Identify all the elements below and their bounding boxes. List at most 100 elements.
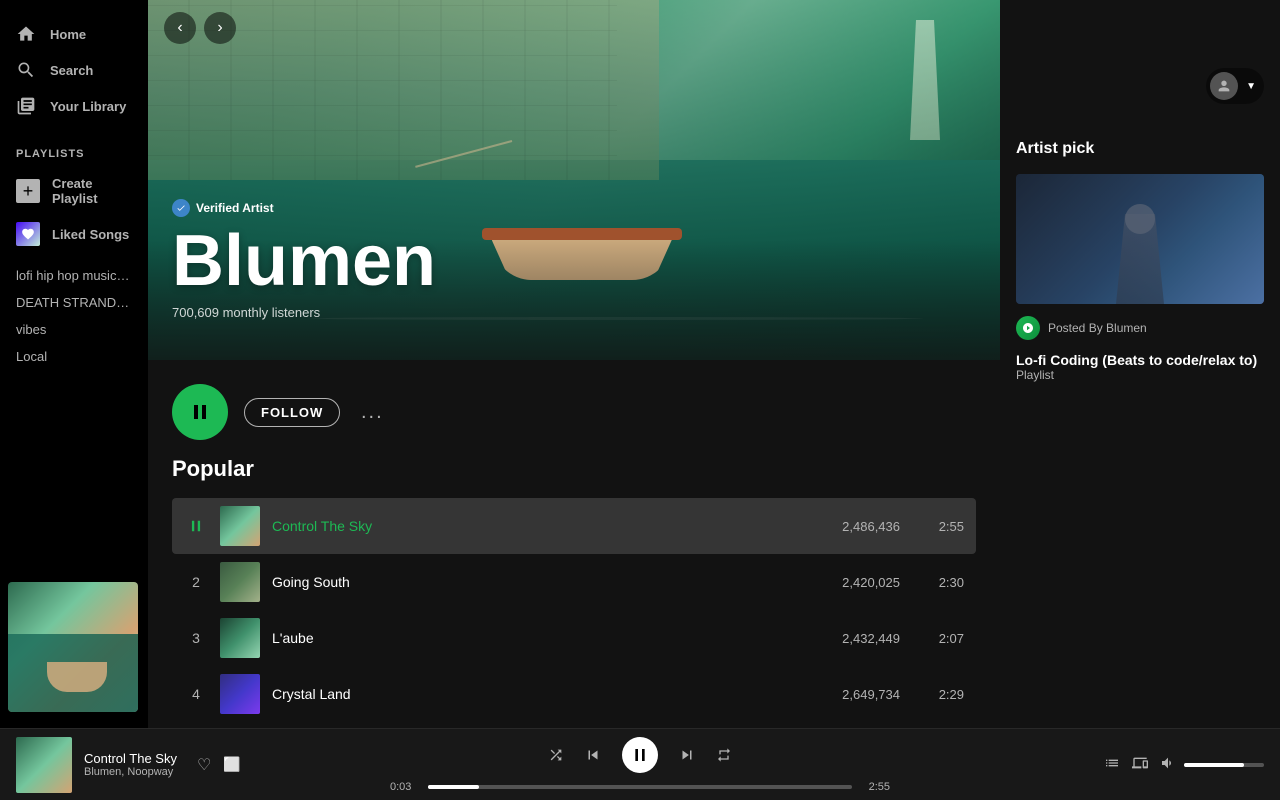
artist-pick-info: Lo-fi Coding (Beats to code/relax to) Pl…	[1016, 352, 1264, 382]
player-controls: 0:03 2:55	[296, 737, 984, 793]
devices-button[interactable]	[1132, 755, 1148, 774]
library-icon	[16, 96, 36, 116]
track-row-1[interactable]: Control The Sky 2,486,436 2:55	[172, 498, 976, 554]
track-duration-3: 2:07	[924, 631, 964, 646]
track-plays-1: 2,486,436	[780, 519, 900, 534]
person-head	[1125, 204, 1155, 234]
track-row-4[interactable]: 4 Crystal Land 2,649,734 2:29	[172, 666, 976, 722]
player-bar: Control The Sky Blumen, Noopway ♡ ⬜	[0, 728, 1280, 800]
sidebar-thumbnail	[8, 582, 138, 712]
track-plays-4: 2,649,734	[780, 687, 900, 702]
repeat-button[interactable]	[716, 747, 732, 763]
popular-section: Popular Contr	[148, 456, 1000, 728]
popular-title: Popular	[172, 456, 976, 482]
queue-button[interactable]	[1104, 755, 1120, 774]
artist-pick-thumbnail	[1016, 174, 1264, 304]
user-avatar	[1210, 72, 1238, 100]
sidebar-item-library[interactable]: Your Library	[0, 88, 148, 124]
track-thumbnail-1	[220, 506, 260, 546]
sidebar-nav: Home Search Your Library	[0, 8, 148, 132]
back-button[interactable]: ‹	[164, 12, 196, 44]
center-main: ‹ › Verified Artist	[148, 0, 1000, 728]
search-icon	[16, 60, 36, 80]
now-playing: Control The Sky Blumen, Noopway ♡ ⬜	[16, 737, 296, 793]
track-row-5[interactable]: 5 On My Way 2,465,941 2:40	[172, 722, 976, 728]
verified-text: Verified Artist	[196, 201, 274, 215]
playlist-item-1[interactable]: lofi hip hop music - beats ...	[16, 262, 132, 289]
volume-bar[interactable]	[1184, 763, 1264, 767]
volume-fill	[1184, 763, 1244, 767]
liked-songs-button[interactable]: Liked Songs	[0, 214, 148, 254]
track-number-4: 4	[184, 686, 208, 702]
track-playing-icon-1	[184, 519, 208, 533]
verified-icon	[172, 199, 190, 217]
track-thumbnail-3	[220, 618, 260, 658]
playlist-list: lofi hip hop music - beats ... DEATH STR…	[0, 262, 148, 370]
player-artist-name: Blumen, Noopway	[84, 766, 177, 778]
track-list: Control The Sky 2,486,436 2:55 2 Going S…	[172, 498, 976, 728]
track-name-1: Control The Sky	[272, 518, 780, 534]
player-thumbnail	[16, 737, 72, 793]
playlists-label: PLAYLISTS	[0, 132, 148, 168]
track-name-4: Crystal Land	[272, 686, 780, 702]
track-number-2: 2	[184, 574, 208, 590]
user-area-top: ▼	[1000, 56, 1280, 116]
sidebar-thumbnail-container	[0, 574, 148, 720]
progress-fill	[428, 785, 479, 789]
play-pause-main-button[interactable]	[622, 737, 658, 773]
artist-name: Blumen	[172, 225, 436, 297]
sidebar-item-search[interactable]: Search	[0, 52, 148, 88]
heart-icon	[16, 222, 40, 246]
track-row-3[interactable]: 3 L'aube 2,432,449 2:07	[172, 610, 976, 666]
artist-pick-avatar	[1016, 316, 1040, 340]
heart-button[interactable]: ♡	[197, 755, 211, 775]
artist-pick-title: Artist pick	[1016, 140, 1264, 158]
track-plays-3: 2,432,449	[780, 631, 900, 646]
artist-pick-section: Artist pick Posted	[1000, 116, 1280, 406]
track-thumbnail-4	[220, 674, 260, 714]
play-pause-button[interactable]	[172, 384, 228, 440]
artist-pick-playlist-name: Lo-fi Coding (Beats to code/relax to)	[1016, 352, 1264, 368]
plus-icon: +	[16, 179, 40, 203]
controls-section: FOLLOW ...	[148, 360, 1000, 456]
next-button[interactable]	[678, 746, 696, 764]
posted-by-text: Posted By Blumen	[1048, 321, 1147, 335]
sidebar-item-home[interactable]: Home	[0, 16, 148, 52]
track-duration-1: 2:55	[924, 519, 964, 534]
prev-button[interactable]	[584, 746, 602, 764]
track-duration-4: 2:29	[924, 687, 964, 702]
track-info-1: Control The Sky	[272, 518, 780, 534]
time-total: 2:55	[860, 781, 890, 793]
screen-button[interactable]: ⬜	[223, 756, 240, 773]
hero-content: Verified Artist Blumen 700,609 monthly l…	[172, 199, 436, 320]
user-menu[interactable]: ▼	[1206, 68, 1264, 104]
track-row-2[interactable]: 2 Going South 2,420,025 2:30	[172, 554, 976, 610]
thumbnail-bg	[8, 582, 138, 712]
track-duration-2: 2:30	[924, 575, 964, 590]
time-current: 0:03	[390, 781, 420, 793]
playlist-item-3[interactable]: vibes	[16, 316, 132, 343]
player-track-info: Control The Sky Blumen, Noopway	[84, 751, 177, 778]
shuffle-button[interactable]	[548, 747, 564, 763]
more-options-button[interactable]: ...	[356, 396, 388, 428]
player-buttons	[548, 737, 732, 773]
top-nav: ‹ ›	[148, 0, 1000, 56]
player-progress: 0:03 2:55	[390, 781, 890, 793]
hero-section: ‹ › Verified Artist	[148, 0, 1000, 360]
boat-rim	[482, 228, 682, 240]
volume-area	[1160, 755, 1264, 774]
progress-bar[interactable]	[428, 785, 852, 789]
player-track-name: Control The Sky	[84, 751, 177, 766]
artist-pick-card[interactable]: Posted By Blumen Lo-fi Coding (Beats to …	[1016, 174, 1264, 382]
playlist-item-4[interactable]: Local	[16, 343, 132, 370]
volume-button[interactable]	[1160, 755, 1176, 774]
verified-badge: Verified Artist	[172, 199, 436, 217]
player-actions: ♡ ⬜	[197, 755, 241, 775]
track-info-2: Going South	[272, 574, 780, 590]
playlist-item-2[interactable]: DEATH STRANDING by ...	[16, 289, 132, 316]
follow-button[interactable]: FOLLOW	[244, 398, 340, 427]
create-playlist-button[interactable]: + Create Playlist	[0, 168, 148, 214]
forward-button[interactable]: ›	[204, 12, 236, 44]
track-thumbnail-2	[220, 562, 260, 602]
track-number-3: 3	[184, 630, 208, 646]
